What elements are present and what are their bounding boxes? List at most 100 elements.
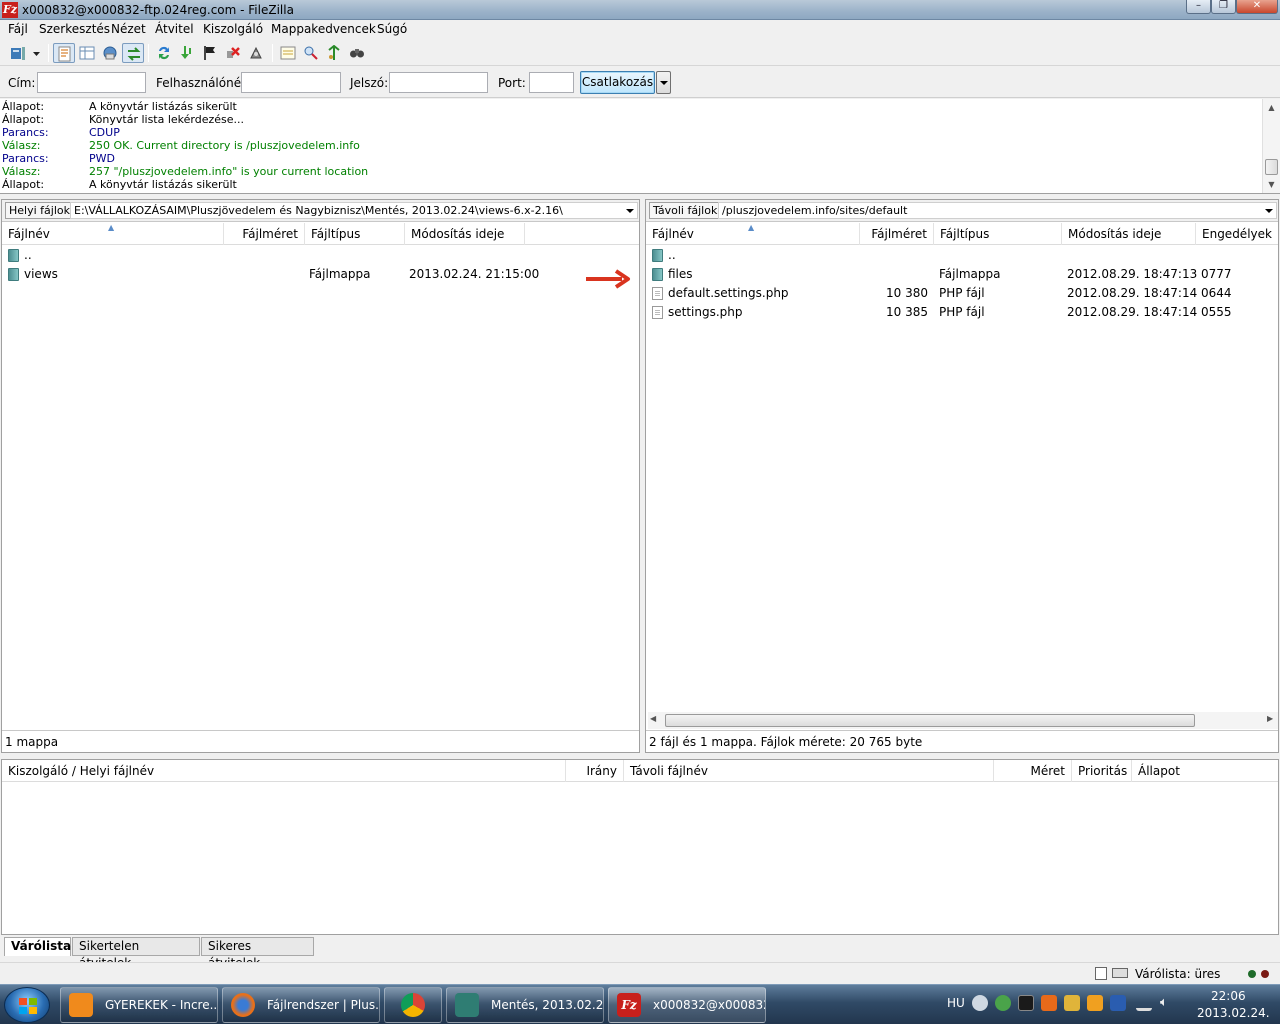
security-tray-icon[interactable] <box>1064 995 1080 1011</box>
remote-path-combo[interactable]: /pluszjovedelem.info/sites/default <box>718 202 1277 219</box>
refresh-icon[interactable] <box>153 43 175 63</box>
remote-horizontal-scrollbar[interactable]: ◀ ▶ <box>648 712 1278 729</box>
warning-tray-icon[interactable] <box>1041 995 1057 1011</box>
taskbar-item-filezilla[interactable]: Fz x000832@x000832... <box>608 987 766 1023</box>
reconnect-icon[interactable] <box>245 43 267 63</box>
maximize-button[interactable]: ❐ <box>1211 0 1236 14</box>
queue-header: Kiszolgáló / Helyi fájlnév Irány Távoli … <box>2 760 1278 782</box>
start-button[interactable] <box>4 987 50 1023</box>
remote-list-header: ▲ Fájlnév Fájlméret Fájltípus Módosítás i… <box>646 223 1278 245</box>
menu-transfer[interactable]: Átvitel <box>154 22 195 36</box>
signal-tray-icon[interactable] <box>1136 995 1152 1011</box>
queue-col-direction[interactable]: Irány <box>566 760 624 782</box>
search-files-icon[interactable] <box>346 43 368 63</box>
tab-successful-transfers[interactable]: Sikeres átvitelek <box>201 937 314 970</box>
taskbar-item-firefox[interactable]: Fájlrendszer | Plus... <box>222 987 380 1023</box>
language-indicator[interactable]: HU <box>947 996 965 1010</box>
transfer-queue[interactable]: Kiszolgáló / Helyi fájlnév Irány Távoli … <box>1 759 1279 935</box>
local-col-type[interactable]: Fájltípus <box>305 223 405 245</box>
log-scroll-thumb[interactable] <box>1265 159 1278 175</box>
menu-bookmarks[interactable]: Mappakedvencek <box>270 22 377 36</box>
port-input[interactable] <box>529 72 574 93</box>
taskbar-item-folder[interactable]: Mentés, 2013.02.24 <box>446 987 604 1023</box>
toggle-remote-tree-icon[interactable] <box>99 43 121 63</box>
list-item[interactable]: default.settings.php 10 380 PHP fájl 201… <box>646 284 1278 303</box>
site-manager-icon[interactable] <box>7 43 29 63</box>
remote-col-permissions[interactable]: Engedélyek <box>1196 223 1278 245</box>
queue-col-server-local[interactable]: Kiszolgáló / Helyi fájlnév <box>2 760 566 782</box>
close-button[interactable]: ✕ <box>1236 0 1278 14</box>
username-input[interactable] <box>241 72 341 93</box>
remote-col-size[interactable]: Fájlméret <box>860 223 934 245</box>
directory-listing-filters-icon[interactable] <box>277 43 299 63</box>
local-path-label: Helyi fájlok: <box>5 202 78 219</box>
chevron-down-icon[interactable] <box>1265 209 1273 213</box>
taskbar-item-mail[interactable]: GYEREKEK - Incre... <box>60 987 218 1023</box>
folder-icon <box>652 249 663 262</box>
password-input[interactable] <box>389 72 488 93</box>
toggle-log-icon[interactable] <box>53 43 75 63</box>
remote-col-modified[interactable]: Módosítás ideje <box>1062 223 1196 245</box>
log-scrollbar[interactable]: ▲ ▼ <box>1262 99 1280 193</box>
sort-ascending-icon: ▲ <box>108 223 115 232</box>
queue-col-size[interactable]: Méret <box>994 760 1072 782</box>
quickconnect-history-dropdown[interactable] <box>656 71 671 94</box>
quickconnect-button[interactable]: Csatlakozás <box>580 71 655 94</box>
queue-col-priority[interactable]: Prioritás <box>1072 760 1132 782</box>
window-title: x000832@x000832-ftp.024reg.com - FileZil… <box>22 3 294 17</box>
synchronized-browsing-icon[interactable] <box>323 43 345 63</box>
scroll-left-arrow-icon[interactable]: ◀ <box>650 714 656 723</box>
list-item[interactable]: files Fájlmappa 2012.08.29. 18:47:13 077… <box>646 265 1278 284</box>
windows-logo-icon <box>19 998 37 1014</box>
local-col-modified[interactable]: Módosítás ideje <box>405 223 525 245</box>
mail-tray-icon[interactable] <box>1087 995 1103 1011</box>
list-item[interactable]: settings.php 10 385 PHP fájl 2012.08.29.… <box>646 303 1278 322</box>
remote-col-type[interactable]: Fájltípus <box>934 223 1062 245</box>
minimize-button[interactable]: – <box>1186 0 1211 14</box>
scroll-down-arrow-icon[interactable]: ▼ <box>1263 176 1280 193</box>
tab-failed-transfers[interactable]: Sikertelen átvitelek <box>72 937 200 970</box>
speed-limit-icon[interactable] <box>1095 967 1107 980</box>
z-tray-icon[interactable] <box>1110 995 1126 1011</box>
utorrent-tray-icon[interactable] <box>995 995 1011 1011</box>
site-manager-dropdown-icon[interactable] <box>29 43 43 63</box>
list-item[interactable]: .. <box>646 246 1278 265</box>
list-item[interactable]: views Fájlmappa 2013.02.24. 21:15:00 <box>2 265 639 284</box>
remote-col-filename[interactable]: ▲ Fájlnév <box>646 223 860 245</box>
clock-time[interactable]: 22:06 <box>1211 989 1246 1003</box>
menu-file[interactable]: Fájl <box>7 22 29 36</box>
queue-col-remote[interactable]: Távoli fájlnév <box>624 760 994 782</box>
chevron-down-icon[interactable] <box>626 209 634 213</box>
menu-server[interactable]: Kiszolgáló <box>202 22 264 36</box>
cancel-operation-icon[interactable] <box>199 43 221 63</box>
compare-icon[interactable] <box>1112 968 1128 978</box>
queue-col-status[interactable]: Állapot <box>1132 760 1278 782</box>
scroll-up-arrow-icon[interactable]: ▲ <box>1263 99 1280 116</box>
network-tray-icon[interactable] <box>972 995 988 1011</box>
chevron-down-icon <box>660 81 668 85</box>
directory-comparison-icon[interactable] <box>300 43 322 63</box>
volume-icon[interactable]: 🔈︎ <box>1160 995 1176 1011</box>
host-input[interactable] <box>37 72 146 93</box>
filezilla-app-icon[interactable]: Fz <box>2 2 18 18</box>
local-col-size[interactable]: Fájlméret <box>224 223 305 245</box>
toggle-queue-icon[interactable] <box>122 43 144 63</box>
remote-scroll-thumb[interactable] <box>665 714 1195 727</box>
menu-edit[interactable]: Szerkesztés <box>38 22 111 36</box>
local-col-filename[interactable]: ▲ Fájlnév <box>2 223 224 245</box>
message-log[interactable]: Állapot: A könyvtár listázás sikerült Áll… <box>0 99 1280 194</box>
quickconnect-bar: Cím: Felhasználónév: Jelszó: Port: Csatl… <box>0 67 1280 98</box>
taskbar-item-chrome[interactable] <box>384 987 442 1023</box>
app-tray-icon[interactable] <box>1018 995 1034 1011</box>
clock-date[interactable]: 2013.02.24. <box>1197 1006 1270 1020</box>
scroll-right-arrow-icon[interactable]: ▶ <box>1267 714 1273 723</box>
process-queue-icon[interactable] <box>176 43 198 63</box>
password-label: Jelszó: <box>350 76 389 90</box>
local-path-combo[interactable]: E:\VÁLLALKOZÁSAIM\Pluszjövedelem és Nagy… <box>70 202 638 219</box>
list-item[interactable]: .. <box>2 246 639 265</box>
menu-view[interactable]: Nézet <box>110 22 147 36</box>
tab-queued-files[interactable]: Várólista <box>4 937 71 956</box>
menu-help[interactable]: Súgó <box>376 22 408 36</box>
toggle-local-tree-icon[interactable] <box>76 43 98 63</box>
disconnect-icon[interactable] <box>222 43 244 63</box>
